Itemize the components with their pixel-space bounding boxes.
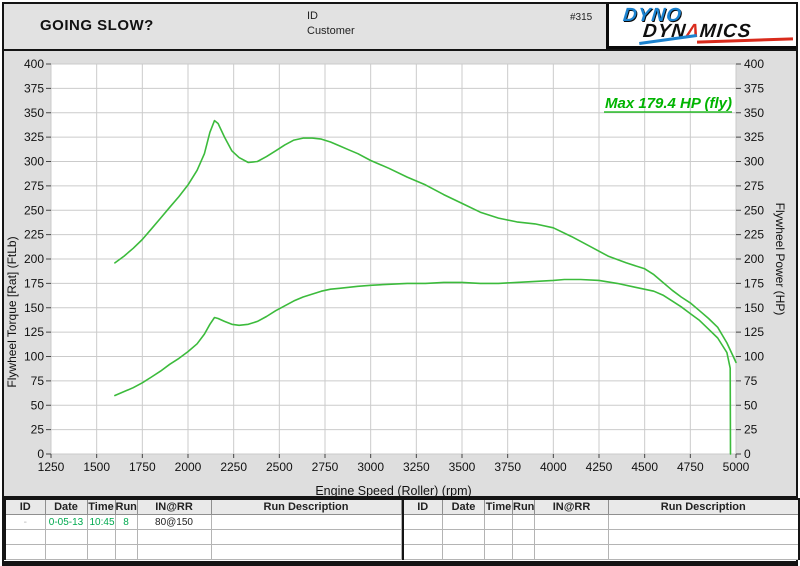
ytick-label-left: 150 — [24, 301, 44, 315]
runs-table: ID Date Time Run IN@RR Run Description -… — [4, 498, 796, 560]
dyno-dynamics-logo: DYNO DYNΛMICS — [606, 4, 796, 49]
x-axis-title: Engine Speed (Roller) (rpm) — [315, 484, 471, 496]
ytick-label-left: 350 — [24, 106, 44, 120]
ytick-label-left: 75 — [31, 374, 45, 388]
empty-run-row — [5, 545, 401, 560]
ytick-label-right: 125 — [744, 325, 764, 339]
empty-run-row — [403, 530, 799, 545]
xtick-label: 3000 — [357, 460, 384, 474]
col-date: Date — [443, 499, 485, 515]
ytick-label-left: 275 — [24, 179, 44, 193]
ytick-label-right: 275 — [744, 179, 764, 193]
chart-area: 0 0 25 25 50 50 75 75 100 100 125 125 150 150 175 175 20… — [4, 51, 796, 498]
xtick-label: 3250 — [403, 460, 430, 474]
report-number: #315 — [570, 12, 592, 23]
ytick-label-right: 325 — [744, 130, 764, 144]
ytick-label-right: 225 — [744, 228, 764, 242]
xtick-label: 2750 — [312, 460, 339, 474]
empty-run-row — [403, 545, 799, 560]
run-id-cell[interactable]: - — [5, 515, 45, 530]
xtick-label: 3750 — [494, 460, 521, 474]
xtick-label: 1250 — [38, 460, 65, 474]
xtick-label: 4250 — [586, 460, 613, 474]
ytick-label-right: 50 — [744, 398, 758, 412]
col-id: ID — [5, 499, 45, 515]
dyno-chart: 0 0 25 25 50 50 75 75 100 100 125 125 150 150 175 175 20… — [4, 51, 796, 496]
ytick-label-right: 400 — [744, 57, 764, 71]
empty-run-row — [403, 515, 799, 530]
page-title: GOING SLOW? — [40, 17, 154, 34]
ytick-label-right: 150 — [744, 301, 764, 315]
xtick-label: 1500 — [83, 460, 110, 474]
ytick-label-left: 175 — [24, 276, 44, 290]
col-inrr: IN@RR — [535, 499, 609, 515]
ytick-label-right: 200 — [744, 252, 764, 266]
ytick-label-left: 325 — [24, 130, 44, 144]
ytick-label-left: 50 — [31, 398, 45, 412]
id-customer-block: ID Customer — [307, 9, 355, 39]
xtick-label: 5000 — [723, 460, 750, 474]
col-inrr: IN@RR — [137, 499, 211, 515]
col-description: Run Description — [211, 499, 401, 515]
col-time: Time — [87, 499, 115, 515]
ytick-label-left: 400 — [24, 57, 44, 71]
run-time-cell[interactable]: 10:45:13 — [87, 515, 115, 530]
col-time: Time — [485, 499, 513, 515]
ytick-label-right: 250 — [744, 203, 764, 217]
ytick-label-left: 125 — [24, 325, 44, 339]
ytick-label-left: 375 — [24, 81, 44, 95]
table-header-row: ID Date Time Run IN@RR Run Description — [403, 499, 799, 515]
ytick-label-left: 225 — [24, 228, 44, 242]
col-description: Run Description — [609, 499, 799, 515]
xtick-label: 2250 — [220, 460, 247, 474]
xtick-label: 2500 — [266, 460, 293, 474]
xtick-label: 2000 — [175, 460, 202, 474]
customer-label: Customer — [307, 24, 355, 39]
col-id: ID — [403, 499, 443, 515]
ytick-label-right: 300 — [744, 155, 764, 169]
ytick-label-left: 300 — [24, 155, 44, 169]
xtick-label: 4500 — [631, 460, 658, 474]
xtick-label: 1750 — [129, 460, 156, 474]
run-description-cell[interactable] — [211, 515, 401, 530]
run-inrr-cell[interactable]: 80@150 — [137, 515, 211, 530]
table-header-row: ID Date Time Run IN@RR Run Description — [5, 499, 401, 515]
ytick-label-right: 100 — [744, 350, 764, 364]
xtick-label: 4750 — [677, 460, 704, 474]
runs-table-left: ID Date Time Run IN@RR Run Description -… — [4, 498, 402, 560]
empty-run-row — [5, 530, 401, 545]
run-number-cell[interactable]: 8 — [115, 515, 137, 530]
run-row[interactable]: - 0-05-13 10:45:13 8 80@150 — [5, 515, 401, 530]
y-axis-title-right: Flywheel Power (HP) — [773, 203, 787, 316]
max-power-annotation: Max 179.4 HP (fly) — [605, 95, 732, 112]
col-date: Date — [45, 499, 87, 515]
ytick-label-left: 0 — [37, 447, 44, 461]
col-run: Run — [513, 499, 535, 515]
ytick-label-right: 375 — [744, 81, 764, 95]
xtick-label: 3500 — [449, 460, 476, 474]
dyno-report-page: GOING SLOW? ID Customer #315 DYNO DYNΛMI… — [2, 2, 798, 566]
ytick-label-left: 250 — [24, 203, 44, 217]
xtick-label: 4000 — [540, 460, 567, 474]
ytick-label-left: 100 — [24, 350, 44, 364]
ytick-label-right: 25 — [744, 423, 758, 437]
ytick-label-left: 200 — [24, 252, 44, 266]
id-label: ID — [307, 9, 355, 24]
y-axis-title-left: Flywheel Torque [Rat] (FtLb) — [5, 236, 19, 387]
report-header: GOING SLOW? ID Customer #315 DYNO DYNΛMI… — [4, 4, 796, 51]
run-date-cell[interactable]: 0-05-13 — [45, 515, 87, 530]
col-run: Run — [115, 499, 137, 515]
ytick-label-left: 25 — [31, 423, 45, 437]
ytick-label-right: 75 — [744, 374, 758, 388]
runs-table-right: ID Date Time Run IN@RR Run Description — [402, 498, 800, 560]
ytick-label-right: 175 — [744, 276, 764, 290]
ytick-label-right: 0 — [744, 447, 751, 461]
ytick-label-right: 350 — [744, 106, 764, 120]
